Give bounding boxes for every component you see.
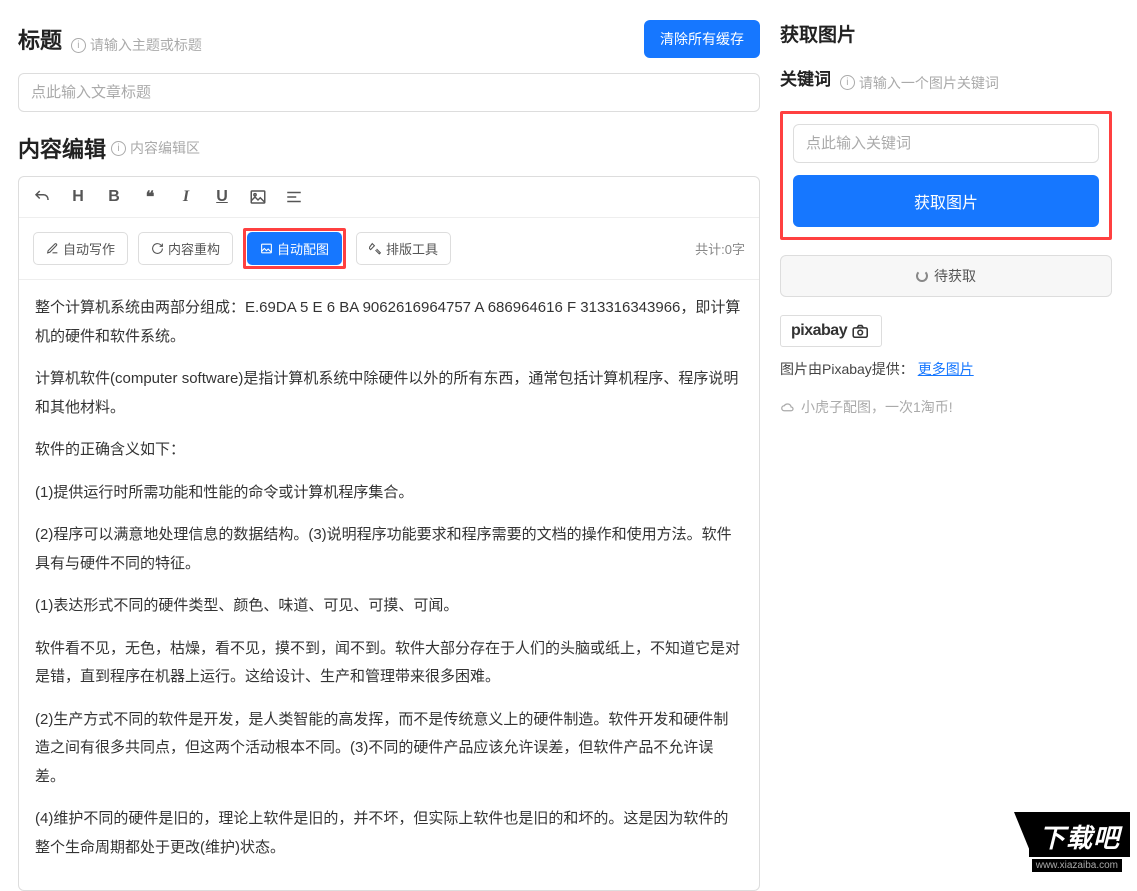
- keyword-hint: i 请输入一个图片关键词: [840, 73, 999, 93]
- paragraph: 计算机软件(computer software)是指计算机系统中除硬件以外的所有…: [35, 365, 743, 422]
- image-icon[interactable]: [249, 188, 267, 206]
- info-icon: i: [840, 75, 855, 90]
- paragraph: (2)程序可以满意地处理信息的数据结构。(3)说明程序功能要求和程序需要的文档的…: [35, 521, 743, 578]
- editor-box: H B ❝ I U 自动写作 内容重构: [18, 176, 760, 891]
- bold-icon[interactable]: B: [105, 188, 123, 206]
- paragraph: 整个计算机系统由两部分组成：E.69DA 5 E 6 BA 9062616964…: [35, 294, 743, 351]
- tool-icon: [369, 242, 382, 255]
- pixabay-badge: pixabay: [780, 315, 882, 347]
- paragraph: (1)表达形式不同的硬件类型、颜色、味道、可见、可摸、可闻。: [35, 592, 743, 621]
- content-edit-hint-text: 内容编辑区: [130, 138, 200, 158]
- watermark-url: www.xiazaiba.com: [1032, 859, 1122, 872]
- watermark: 下载吧 www.xiazaiba.com: [1029, 812, 1130, 857]
- title-hint: i 请输入主题或标题: [71, 35, 202, 55]
- keyword-input[interactable]: [793, 124, 1099, 163]
- keyword-label: 关键词: [780, 65, 831, 90]
- quote-icon[interactable]: ❝: [141, 187, 159, 207]
- refresh-icon: [151, 242, 164, 255]
- provider-section: pixabay 图片由Pixabay提供： 更多图片: [780, 315, 1112, 379]
- highlight-auto-image: 自动配图: [243, 228, 346, 269]
- format-toolbar: H B ❝ I U: [19, 177, 759, 218]
- clear-cache-button[interactable]: 清除所有缓存: [644, 20, 760, 58]
- paragraph: (4)维护不同的硬件是旧的，理论上软件是旧的，并不坏，但实际上软件也是旧的和坏的…: [35, 805, 743, 862]
- italic-icon[interactable]: I: [177, 188, 195, 206]
- loading-icon: [916, 270, 928, 282]
- auto-write-label: 自动写作: [63, 239, 115, 258]
- info-icon: i: [71, 38, 86, 53]
- restructure-label: 内容重构: [168, 239, 220, 258]
- title-input[interactable]: [18, 73, 760, 112]
- heading-icon[interactable]: H: [69, 188, 87, 206]
- content-edit-label: 内容编辑: [18, 132, 106, 164]
- pixabay-text: pixabay: [791, 322, 847, 340]
- char-count: 共计:0字: [695, 239, 745, 258]
- content-header: 内容编辑 i 内容编辑区: [18, 132, 760, 164]
- cloud-icon: [780, 402, 796, 412]
- get-image-button[interactable]: 获取图片: [793, 175, 1099, 227]
- watermark-text: 下载吧: [1039, 823, 1120, 853]
- auto-image-label: 自动配图: [277, 239, 329, 258]
- highlight-keyword-panel: 获取图片: [780, 111, 1112, 240]
- main-column: 标题 i 请输入主题或标题 清除所有缓存 内容编辑 i 内容编辑区 H B ❝: [0, 0, 770, 860]
- paragraph: (1)提供运行时所需功能和性能的命令或计算机程序集合。: [35, 479, 743, 508]
- image-small-icon: [260, 242, 273, 255]
- action-toolbar: 自动写作 内容重构 自动配图 排版工具 共计:0字: [19, 218, 759, 280]
- content-edit-hint: i 内容编辑区: [111, 138, 200, 158]
- pending-label: 待获取: [934, 266, 976, 286]
- layout-tool-button[interactable]: 排版工具: [356, 232, 451, 265]
- title-header: 标题 i 请输入主题或标题 清除所有缓存: [18, 20, 760, 58]
- paragraph: 软件的正确含义如下：: [35, 436, 743, 465]
- pending-button[interactable]: 待获取: [780, 255, 1112, 297]
- provider-text: 图片由Pixabay提供：: [780, 361, 914, 377]
- title-label: 标题: [18, 23, 62, 55]
- info-icon: i: [111, 141, 126, 156]
- pencil-icon: [46, 242, 59, 255]
- credit-line: 小虎子配图，一次1淘币!: [780, 397, 1112, 417]
- camera-icon: [851, 324, 871, 338]
- paragraph: 软件看不见，无色，枯燥，看不见，摸不到，闻不到。软件大部分存在于人们的头脑或纸上…: [35, 635, 743, 692]
- layout-tool-label: 排版工具: [386, 239, 438, 258]
- auto-write-button[interactable]: 自动写作: [33, 232, 128, 265]
- undo-icon[interactable]: [33, 188, 51, 206]
- auto-image-button[interactable]: 自动配图: [247, 232, 342, 265]
- keyword-hint-text: 请输入一个图片关键词: [859, 73, 999, 93]
- restructure-button[interactable]: 内容重构: [138, 232, 233, 265]
- title-hint-text: 请输入主题或标题: [90, 35, 202, 55]
- provider-line: 图片由Pixabay提供： 更多图片: [780, 359, 1112, 379]
- credit-text: 小虎子配图，一次1淘币!: [801, 397, 953, 417]
- editor-content[interactable]: 整个计算机系统由两部分组成：E.69DA 5 E 6 BA 9062616964…: [19, 280, 759, 890]
- side-column: 获取图片 关键词 i 请输入一个图片关键词 获取图片 待获取 pixabay 图…: [770, 0, 1130, 860]
- more-images-link[interactable]: 更多图片: [918, 361, 974, 377]
- get-image-title: 获取图片: [780, 20, 856, 47]
- align-left-icon[interactable]: [285, 188, 303, 206]
- keyword-header: 关键词 i 请输入一个图片关键词: [780, 65, 1112, 93]
- get-image-section: 获取图片: [780, 20, 1112, 47]
- underline-icon[interactable]: U: [213, 188, 231, 206]
- paragraph: (2)生产方式不同的软件是开发，是人类智能的高发挥，而不是传统意义上的硬件制造。…: [35, 706, 743, 792]
